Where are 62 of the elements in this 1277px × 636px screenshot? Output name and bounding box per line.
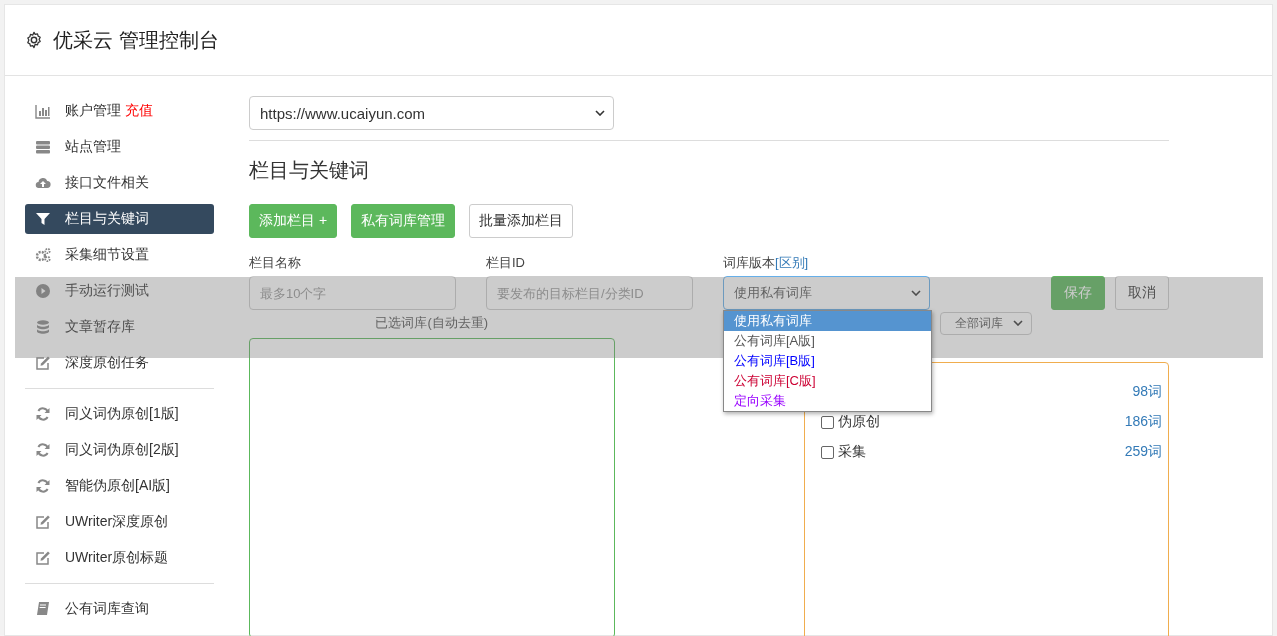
site-select[interactable]: https://www.ucaiyun.com [249, 96, 614, 130]
option-label: 使用私有词库 [734, 313, 812, 328]
page-title: 优采云 管理控制台 [53, 27, 219, 53]
sidebar-item[interactable]: 智能伪原创[AI版] [25, 471, 214, 501]
edit-icon [35, 514, 51, 530]
dropdown-option[interactable]: 公有词库[B版] [724, 351, 931, 371]
checkbox[interactable] [820, 415, 834, 429]
library-filter-select[interactable]: 全部词库 [939, 311, 1032, 335]
dropdown-option[interactable]: 公有词库[A版] [724, 331, 931, 351]
field-label: 栏目ID [486, 254, 526, 272]
dropdown-option[interactable]: 公有词库[C版] [724, 371, 931, 391]
word-count: 98词 [1132, 383, 1162, 401]
field-label: 栏目名称 [249, 254, 302, 272]
option-label: 公有词库[A版] [734, 333, 815, 348]
recharge-link[interactable]: 充值 [125, 102, 153, 120]
server-icon [35, 139, 51, 155]
dropdown-option[interactable]: 定向采集 [724, 391, 931, 411]
sidebar-item[interactable]: 同义词伪原创[1版] [25, 399, 214, 429]
caret-icon [1012, 320, 1023, 326]
book-icon [35, 601, 51, 617]
refresh-icon [35, 478, 51, 494]
library-version-select[interactable]: 使用私有词库 [723, 276, 930, 310]
sidebar-item[interactable]: 接口文件相关 [25, 168, 214, 198]
library-label: 伪原创 [837, 413, 880, 431]
sidebar-item[interactable]: 手动运行测试 [25, 276, 214, 306]
sidebar-item[interactable]: 公有词库查询 [25, 594, 214, 624]
sidebar-item[interactable]: 站点管理 [25, 132, 214, 162]
sidebar-item[interactable]: 栏目与关键词 [25, 204, 214, 234]
option-label: 公有词库[C版] [734, 373, 816, 388]
edit-icon [35, 550, 51, 566]
cancel-button[interactable]: 取消 [1115, 276, 1169, 310]
filter-icon [35, 211, 51, 227]
refresh-icon [35, 442, 51, 458]
column-id-field[interactable]: 要发布的目标栏目/分类ID [486, 276, 693, 310]
cloud-upload-icon [35, 175, 51, 191]
word-count: 186词 [1124, 413, 1162, 431]
difference-link[interactable]: [区别] [775, 254, 809, 272]
play-icon [35, 283, 51, 299]
sidebar-item[interactable]: UWriter深度原创 [25, 507, 214, 537]
option-label: 定向采集 [734, 393, 786, 408]
column-name-field[interactable]: 最多10个字 [249, 276, 456, 310]
edit-icon [35, 355, 51, 371]
bar-chart-icon [35, 103, 51, 119]
action-button[interactable]: 批量添加栏目 [469, 204, 574, 238]
settings-icon [25, 31, 43, 49]
caret-icon [595, 110, 605, 116]
sidebar-item[interactable]: 采集细节设置 [25, 240, 214, 270]
section-title: 栏目与关键词 [249, 158, 370, 183]
sidebar-item[interactable]: UWriter原创标题 [25, 543, 214, 573]
panel-title: 已选词库(自动去重) [375, 314, 489, 332]
word-count: 259词 [1124, 443, 1162, 461]
option-label: 公有词库[B版] [734, 353, 815, 368]
sidebar-item[interactable]: 文章暂存库 [25, 312, 214, 342]
sidebar-item[interactable]: 深度原创任务 [25, 348, 214, 378]
field-label: 词库版本 [723, 254, 775, 272]
refresh-icon [35, 406, 51, 422]
caret-icon [911, 290, 921, 296]
sidebar-item[interactable]: 账户管理 充值 [25, 96, 214, 126]
sidebar-item[interactable]: 同义词伪原创[2版] [25, 435, 214, 465]
library-label: 采集 [837, 443, 866, 461]
checkbox[interactable] [820, 445, 834, 459]
database-icon [35, 319, 51, 335]
